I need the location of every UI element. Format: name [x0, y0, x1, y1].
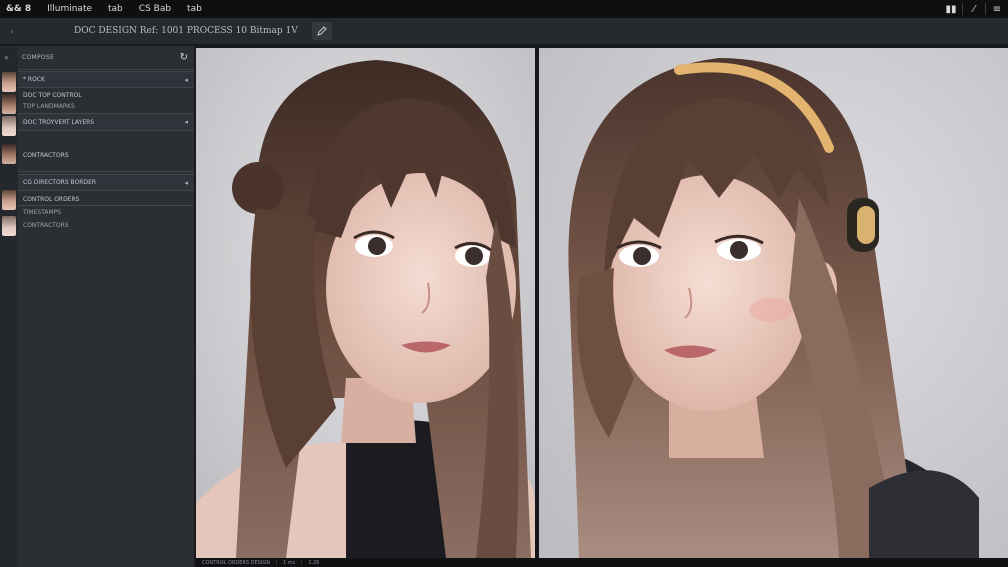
layer-row[interactable]: TIMESTAMPS — [18, 207, 194, 217]
status-left: CONTROL ORDERS DESIGN — [196, 559, 277, 566]
status-right: 2.26 — [308, 559, 320, 566]
layer-thumbnail[interactable] — [2, 116, 16, 136]
menu-item-cs[interactable]: CS Bab — [131, 4, 179, 14]
chevron-left-icon[interactable]: ‹ — [4, 27, 20, 36]
portrait-right-image — [539, 48, 1008, 558]
layer-thumbnail[interactable] — [2, 72, 16, 92]
layer-row[interactable]: CONTRACTORS — [18, 220, 194, 230]
pencil-icon — [316, 26, 327, 36]
layer-row[interactable]: * ROCK ◂ — [18, 71, 194, 88]
layer-label: CONTRACTORS — [23, 151, 69, 159]
layer-label: DOC TROYVERT LAYERS — [23, 118, 95, 126]
refresh-icon[interactable]: ↻ — [180, 52, 188, 63]
layer-label: DOC TOP CONTROL — [23, 91, 82, 99]
menu-right-tools: ▮▮ ⁄ ≡ — [940, 0, 1008, 18]
layer-label: CONTRACTORS — [23, 221, 69, 229]
layer-marker-icon: ◂ — [184, 178, 188, 187]
document-bar: ‹ DOC DESIGN Ref: 1001 PROCESS 10 Bitmap… — [0, 18, 1008, 45]
layer-row[interactable]: DOC TROYVERT LAYERS ◂ — [18, 113, 194, 131]
canvas-area[interactable] — [196, 46, 1008, 558]
layer-label: CONTROL ORDERS — [23, 196, 80, 203]
layer-row[interactable]: CONTROL ORDERS — [18, 194, 194, 206]
document-title: DOC DESIGN Ref: 1001 PROCESS 10 Bitmap 1… — [74, 26, 298, 36]
portrait-right[interactable] — [539, 48, 1008, 558]
layer-marker-icon: ◂ — [184, 75, 188, 84]
collapse-icon[interactable]: « — [4, 53, 9, 62]
layer-row[interactable]: DOC TOP CONTROL — [18, 90, 194, 100]
panel-header: COMPOSE ↻ — [18, 46, 194, 70]
panel-title: COMPOSE — [22, 54, 55, 61]
layer-thumbnail[interactable] — [2, 216, 16, 236]
layers-sidebar: « COMPOSE ↻ * ROCK ◂ DOC TOP CONTROL TOP… — [0, 46, 195, 567]
layer-label: TOP LANDMARKS — [23, 102, 75, 110]
pen-icon[interactable]: ⁄ — [963, 0, 985, 18]
status-bar: CONTROL ORDERS DESIGN 1 ms 2.26 — [196, 558, 1008, 567]
menu-item-app[interactable]: && 8 — [0, 4, 39, 14]
layer-label: CG DIRECTORS BORDER — [23, 179, 97, 186]
portrait-left[interactable] — [196, 48, 535, 558]
layer-thumbnail[interactable] — [2, 144, 16, 164]
status-mid: 1 ms — [277, 559, 303, 566]
layer-row[interactable]: CG DIRECTORS BORDER ◂ — [18, 174, 194, 191]
edit-title-button[interactable] — [311, 22, 332, 40]
menu-item-tab-1[interactable]: tab — [100, 4, 131, 14]
layer-label: TIMESTAMPS — [23, 208, 62, 216]
panels-icon[interactable]: ▮▮ — [940, 0, 962, 18]
layer-row[interactable]: TOP LANDMARKS — [18, 101, 194, 111]
thumbnail-strip: « — [0, 46, 18, 567]
menu-bar: && 8 Illuminate tab CS Bab tab ▮▮ ⁄ ≡ — [0, 0, 1008, 18]
layer-label: * ROCK — [23, 76, 45, 83]
layer-marker-icon: ◂ — [184, 118, 188, 126]
layer-thumbnail[interactable] — [2, 190, 16, 210]
menu-item-illuminate[interactable]: Illuminate — [39, 4, 100, 14]
layer-row[interactable]: CONTRACTORS — [18, 150, 194, 160]
menu-item-tab-2[interactable]: tab — [179, 4, 210, 14]
hamburger-icon[interactable]: ≡ — [986, 0, 1008, 18]
portrait-left-image — [196, 48, 535, 558]
divider — [18, 171, 194, 172]
layer-thumbnail[interactable] — [2, 94, 16, 114]
